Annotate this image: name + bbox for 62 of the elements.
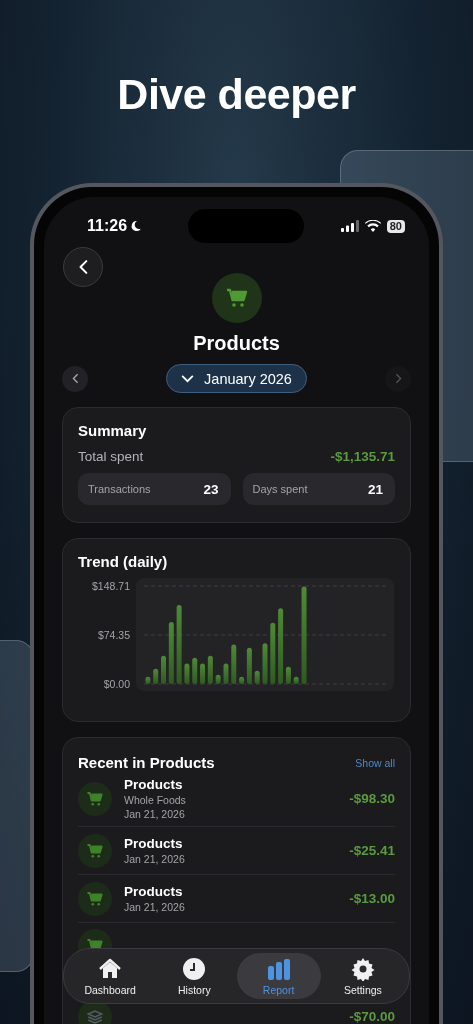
card-title: Trend (daily) — [78, 553, 169, 570]
chevron-left-icon — [71, 373, 79, 384]
clock-icon — [182, 956, 207, 981]
bar — [270, 622, 276, 684]
tab[interactable]: Settings — [320, 953, 405, 999]
category-icon — [78, 781, 112, 816]
total-value: -$1,135.71 — [330, 449, 395, 464]
bar — [192, 657, 198, 684]
axis-label: $74.35 — [97, 629, 130, 641]
back-button[interactable] — [63, 247, 103, 287]
tab[interactable]: Report — [236, 953, 321, 999]
stat-label: Days spent — [252, 483, 308, 495]
bar — [168, 622, 174, 684]
category-icon — [78, 881, 112, 916]
bar — [145, 676, 151, 684]
bar — [184, 663, 190, 684]
page-title: Products — [193, 332, 280, 355]
category-icon — [211, 273, 262, 323]
transaction-title: Products — [124, 884, 184, 899]
transaction-amount: -$98.30 — [349, 791, 395, 806]
bar — [223, 663, 229, 684]
bar — [215, 674, 221, 684]
stat-value: 21 — [367, 481, 383, 497]
chevron-right-icon — [394, 373, 402, 384]
transaction-date: Jan 21, 2026 — [124, 853, 186, 865]
transaction-amount: -$25.41 — [349, 843, 395, 858]
home-icon — [98, 956, 123, 981]
chevron-down-icon — [181, 374, 195, 383]
month-selector[interactable]: January 2026 — [166, 364, 307, 393]
back-icon — [78, 259, 88, 275]
transaction-title: Products — [124, 836, 184, 851]
axis-label: $0.00 — [103, 678, 130, 690]
transaction-date: Jan 21, 2026 — [124, 901, 186, 913]
tab[interactable]: Dashboard — [68, 953, 153, 999]
bar — [161, 655, 166, 684]
transaction-title: Products — [124, 777, 184, 792]
battery-indicator: 80 — [386, 219, 405, 233]
wifi-icon — [364, 220, 381, 232]
card-title: Summary — [78, 422, 148, 439]
transaction-amount: -$13.00 — [349, 891, 395, 906]
bar — [262, 643, 268, 684]
moon-icon — [130, 220, 143, 232]
merchant-name: Whole Foods — [124, 794, 187, 806]
headline: Dive deeper — [116, 69, 357, 120]
bar — [293, 676, 299, 684]
stat-label: Transactions — [88, 483, 151, 495]
tab[interactable]: History — [152, 953, 237, 999]
show-all-link[interactable]: Show all — [355, 756, 395, 769]
bar — [153, 668, 159, 684]
card-title: Recent in Products — [78, 754, 215, 771]
previous-month-button[interactable] — [62, 365, 88, 392]
total-label: Total spent — [78, 449, 144, 464]
bar — [254, 670, 260, 684]
bar — [231, 644, 237, 684]
stat-value: 23 — [203, 481, 219, 497]
transaction-date: Jan 21, 2026 — [124, 808, 186, 820]
category-icon — [78, 833, 112, 868]
axis-label: $148.71 — [92, 580, 130, 592]
signal-icon — [340, 220, 359, 232]
settings-icon — [350, 956, 375, 981]
status-time: 11:26 — [87, 217, 128, 235]
transaction-amount: -$70.00 — [349, 1009, 395, 1024]
